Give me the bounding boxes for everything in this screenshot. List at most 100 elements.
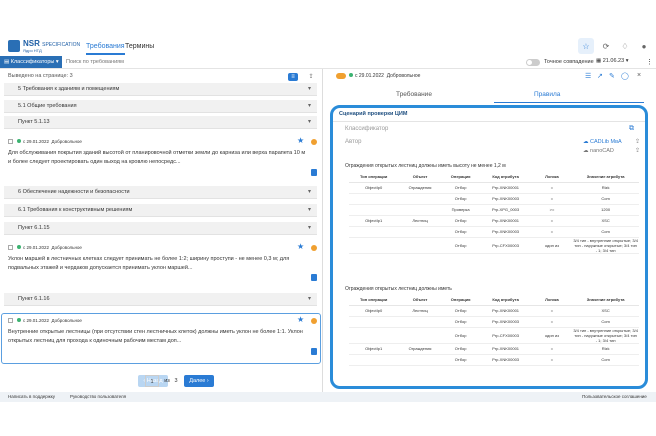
more-vertical-icon[interactable]: ⋮ — [646, 58, 653, 66]
logo-subtitle: Ядро НТД — [23, 48, 42, 53]
section-row[interactable]: 5.1 Общие требования ▾ — [4, 100, 317, 113]
table-cell: ObjectIp1 — [349, 215, 399, 227]
date-picker[interactable]: ▦ 21.06.23 ▾ — [596, 58, 628, 64]
search-input[interactable] — [66, 57, 196, 67]
classifiers-button[interactable]: ▤ Классификаторы ▾ — [0, 56, 62, 68]
list-icon[interactable]: ☰ — [585, 72, 591, 80]
table-cell — [349, 204, 399, 216]
item-checkbox[interactable] — [8, 245, 13, 251]
table-cell: = — [531, 226, 573, 238]
classifier-field[interactable]: Классификатор — [345, 126, 388, 132]
support-link[interactable]: Написать в поддержку — [8, 394, 55, 399]
column-header: Логика — [531, 295, 573, 306]
export-icon[interactable]: ⇪ — [306, 73, 316, 81]
logo-title: NSR — [23, 39, 40, 48]
favorite-star-icon[interactable]: ★ — [297, 315, 304, 324]
item-text[interactable]: Для обслуживания покрытия зданий высотой… — [8, 149, 308, 167]
section-row[interactable]: Пункт 6.1.15 ▾ — [4, 222, 317, 235]
table-cell — [398, 204, 442, 216]
column-header: Логика — [531, 172, 573, 183]
status-dot-icon — [17, 245, 21, 249]
nanocad-link[interactable]: ☁ nanoCAD — [583, 148, 614, 154]
scenario-title: Сценарий проверки ЦИМ — [339, 111, 408, 117]
copy-icon[interactable]: ⧉ — [629, 125, 634, 133]
favorite-star-icon[interactable]: ★ — [297, 136, 304, 145]
history-icon[interactable]: ⟳ — [598, 38, 614, 54]
table-cell — [398, 327, 442, 344]
status-dot-icon — [17, 139, 21, 143]
section-row[interactable]: 5 Требования к зданиям и помещениям ▾ — [4, 83, 317, 96]
detail-date: с 29.01.2022 — [355, 73, 384, 79]
next-page-button[interactable]: Далее › — [184, 375, 214, 387]
document-icon[interactable] — [311, 348, 317, 355]
chevron-down-icon: ▾ — [307, 86, 311, 92]
favorites-star-icon[interactable]: ☆ — [578, 38, 594, 54]
table-cell: >= — [531, 204, 573, 216]
upload-icon[interactable]: ⇪ — [635, 147, 640, 154]
document-icon[interactable] — [311, 169, 317, 176]
page-of-label: из — [164, 378, 170, 384]
list-view-icon[interactable]: ≡ — [288, 73, 298, 81]
logo[interactable]: NSR SPECIFICATION Ядро НТД — [8, 38, 80, 54]
user-manual-link[interactable]: Руководство пользователя — [70, 394, 126, 399]
comment-icon[interactable]: ◯ — [621, 72, 629, 80]
page-number-input[interactable]: 1 — [145, 375, 159, 387]
section-row[interactable]: Пункт 6.1.16 ▾ — [4, 293, 317, 306]
table-row: Отбор Prp-XNK00003 = Com — [349, 316, 639, 328]
table-cell: ObjectIp0 — [349, 182, 399, 194]
status-toggle[interactable] — [336, 73, 346, 79]
section-row[interactable]: Пункт 5.1.13 ▾ — [4, 116, 317, 129]
classifiers-icon: ▤ — [4, 59, 10, 65]
item-text[interactable]: Внутренние открытые лестницы (при отсутс… — [8, 328, 308, 346]
item-checkbox[interactable] — [8, 139, 13, 145]
section-title: Пункт 6.1.15 — [18, 225, 50, 231]
table-cell — [398, 226, 442, 238]
requirement-detail-panel: с 29.01.2022 Добровольное ☰ ↗ ✎ ◯ × Треб… — [324, 69, 656, 392]
tab-terms[interactable]: Термины — [125, 43, 154, 50]
tab-requirements[interactable]: Требования — [86, 43, 125, 55]
favorite-star-icon[interactable]: ★ — [297, 242, 304, 251]
author-field[interactable]: Автор — [345, 139, 361, 145]
table-cell: Prp-XNK00003 — [479, 226, 532, 238]
item-checkbox[interactable] — [8, 318, 13, 324]
table-cell: Com — [572, 354, 639, 366]
table-cell: = — [531, 354, 573, 366]
edit-icon[interactable]: ✎ — [609, 72, 615, 80]
section-row[interactable]: 6 Обеспечение надежности и безопасности … — [4, 186, 317, 199]
document-icon[interactable] — [311, 274, 317, 281]
cloud-icon: ☁ — [583, 148, 589, 154]
page-count-label: Выведено на странице: 3 — [8, 73, 73, 79]
cadlib-link[interactable]: ☁ CADLib МвА — [583, 139, 622, 145]
item-status: Добровольное — [51, 318, 82, 323]
chevron-down-icon: ▾ — [307, 207, 311, 213]
detail-status-label: Добровольное — [386, 73, 421, 79]
exact-match-toggle[interactable] — [526, 59, 540, 66]
user-avatar-icon[interactable]: ● — [636, 38, 652, 54]
close-icon[interactable]: × — [637, 72, 641, 79]
logo-title-small: SPECIFICATION — [42, 42, 81, 48]
table-cell: Отбор — [441, 305, 480, 317]
section-row[interactable]: 6.1 Требования к конструктивным решениям… — [4, 204, 317, 217]
table-cell: Prp-XNK00003 — [479, 193, 532, 205]
tab-requirement[interactable]: Требование — [396, 91, 432, 98]
item-text[interactable]: Уклон маршей в лестничных клетках следуе… — [8, 255, 308, 273]
table-cell: Отбор — [441, 226, 480, 238]
column-header: Код атрибута — [479, 172, 532, 183]
open-external-icon[interactable]: ↗ — [597, 72, 603, 80]
table-cell: Отбор — [441, 193, 480, 205]
chevron-down-icon: ▾ — [625, 58, 629, 64]
column-header: Операция — [441, 172, 480, 183]
upload-icon[interactable]: ⇪ — [635, 138, 640, 145]
notifications-bell-icon[interactable]: ♢ — [617, 38, 633, 54]
column-header: Тип операции — [349, 172, 399, 183]
table-cell: Отбор — [441, 215, 480, 227]
table-row: ObjectIp1 Ограждения Отбор Prp-XNK00001 = Rlz… — [349, 343, 639, 355]
table-cell — [398, 316, 442, 328]
item-date: с 29.01.2022 — [23, 245, 50, 250]
user-agreement-link[interactable]: Пользовательское соглашение — [582, 394, 647, 399]
table-cell — [349, 237, 399, 254]
page-total: 3 — [174, 378, 178, 384]
chevron-down-icon: ▾ — [307, 225, 311, 231]
table-cell: Отбор — [441, 316, 480, 328]
tab-rules[interactable]: Правила — [534, 91, 560, 98]
